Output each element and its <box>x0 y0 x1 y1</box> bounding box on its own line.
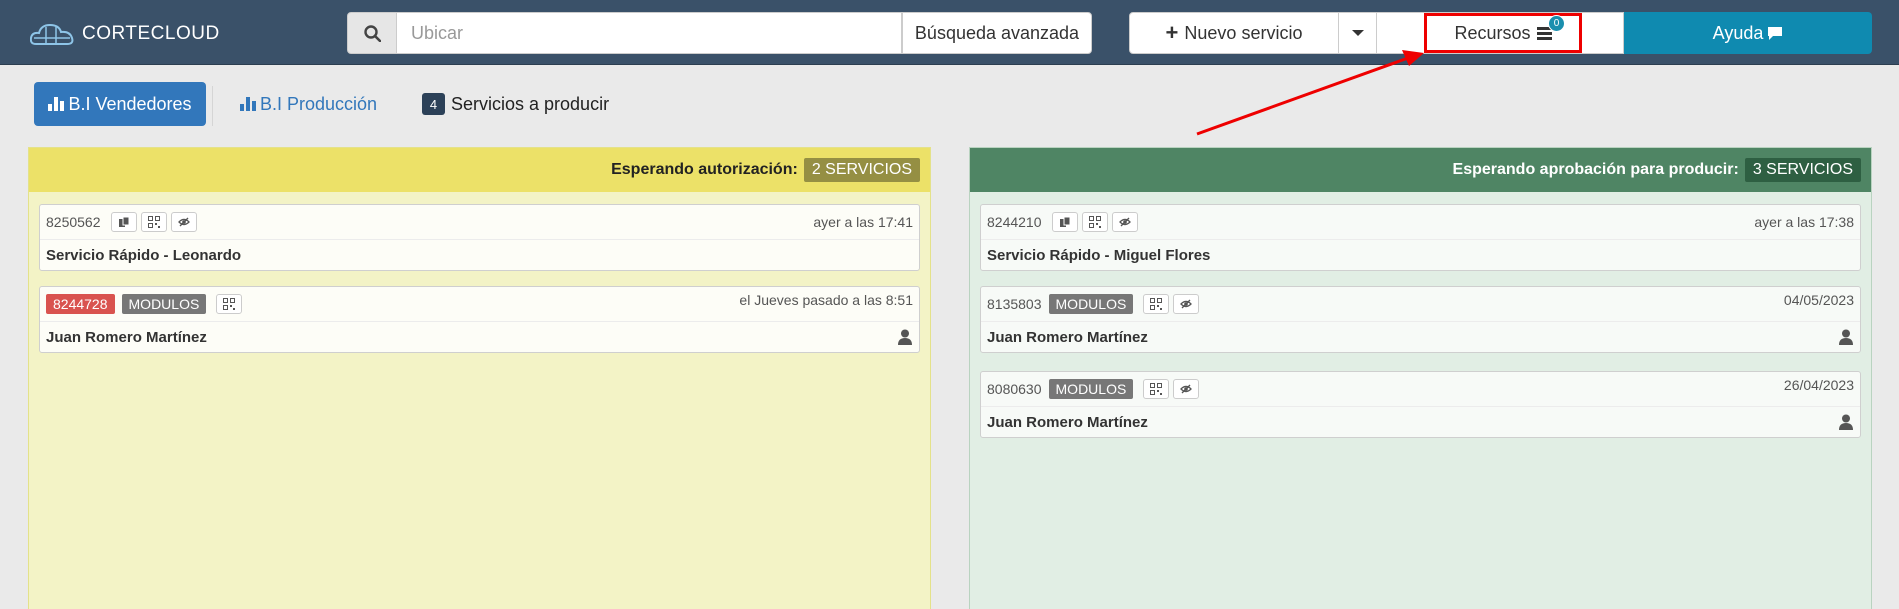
tab-bi-sellers[interactable]: B.I Vendedores <box>34 82 206 126</box>
plus-icon: + <box>1165 20 1179 45</box>
app-logo[interactable]: CORTECLOUD <box>30 20 220 48</box>
qr-code-button[interactable] <box>216 294 243 314</box>
copy-button[interactable] <box>1051 212 1078 232</box>
new-service-dropdown-toggle[interactable] <box>1338 12 1377 54</box>
logo-text: CORTECLOUD <box>82 23 220 44</box>
hide-button[interactable] <box>1173 294 1200 314</box>
services-to-produce-count: 4 <box>422 93 445 115</box>
qr-code-icon <box>1150 298 1163 310</box>
service-card[interactable]: 8244728 MODULOS el Jueves pasado a las 8… <box>39 286 920 353</box>
hidden-eye-icon <box>177 217 190 227</box>
chevron-down-icon <box>1351 30 1364 36</box>
panel-awaiting-authorization: Esperando autorización: 2 SERVICIOS 8250… <box>28 147 931 609</box>
panel-title: Esperando aprobación para producir: <box>1452 161 1739 178</box>
qr-code-icon <box>147 216 160 228</box>
qr-code-button[interactable] <box>1081 212 1108 232</box>
service-date: 04/05/2023 <box>1783 292 1854 308</box>
service-id[interactable]: 8244210 <box>987 214 1042 230</box>
service-card[interactable]: 8080630 MODULOS 26/04/2023 Juan Romero M… <box>980 371 1861 438</box>
panel-header: Esperando autorización: 2 SERVICIOS <box>29 148 930 192</box>
panel-header: Esperando aprobación para producir: 3 SE… <box>970 148 1871 192</box>
search-icon <box>363 24 381 42</box>
service-client-name: Juan Romero Martínez <box>987 328 1148 346</box>
modules-tag: MODULOS <box>1048 294 1134 314</box>
service-client-name: Servicio Rápido - Leonardo <box>46 246 242 264</box>
modules-tag: MODULOS <box>1048 379 1134 399</box>
service-client-name: Servicio Rápido - Miguel Flores <box>987 246 1211 264</box>
service-date: 26/04/2023 <box>1783 377 1854 393</box>
chat-bubble-icon <box>1768 26 1783 40</box>
user-icon <box>1839 414 1853 430</box>
user-icon <box>1839 329 1853 345</box>
service-id[interactable]: 8244728 <box>46 294 115 314</box>
help-button[interactable]: Ayuda <box>1624 12 1872 54</box>
tab-divider <box>212 86 213 126</box>
qr-code-button[interactable] <box>1143 379 1170 399</box>
resources-label: Recursos <box>1454 22 1531 43</box>
qr-code-icon <box>1150 383 1163 395</box>
panel-title: Esperando autorización: <box>611 161 798 178</box>
hide-button[interactable] <box>170 212 197 232</box>
qr-code-button[interactable] <box>1143 294 1170 314</box>
help-label: Ayuda <box>1712 22 1764 43</box>
hide-button[interactable] <box>1173 379 1200 399</box>
new-service-label: Nuevo servicio <box>1184 22 1303 43</box>
tab-services-to-produce[interactable]: 4 Servicios a producir <box>422 82 609 126</box>
hide-button[interactable] <box>1111 212 1138 232</box>
qr-code-icon <box>223 298 236 310</box>
service-client-name: Juan Romero Martínez <box>987 413 1148 431</box>
services-count-label: 3 SERVICIOS <box>1744 158 1861 182</box>
qr-code-icon <box>1088 216 1101 228</box>
tab-bi-sellers-label: B.I Vendedores <box>68 93 192 114</box>
service-card[interactable]: 8250562 ayer a las 17:41 Servicio Rápido… <box>39 204 920 271</box>
services-count-label: 2 SERVICIOS <box>803 158 920 182</box>
search-group: Búsqueda avanzada <box>347 12 1092 54</box>
hidden-eye-icon <box>1180 299 1193 309</box>
service-id[interactable]: 8080630 <box>987 381 1042 397</box>
search-input[interactable] <box>397 12 902 54</box>
cloud-logo-icon <box>30 23 74 45</box>
advanced-search-button[interactable]: Búsqueda avanzada <box>902 12 1092 54</box>
tab-bi-production[interactable]: B.I Producción <box>240 82 377 126</box>
bar-chart-icon <box>240 97 256 111</box>
service-id[interactable]: 8250562 <box>46 214 101 230</box>
qr-code-button[interactable] <box>140 212 167 232</box>
service-client-name: Juan Romero Martínez <box>46 328 207 346</box>
service-id[interactable]: 8135803 <box>987 296 1042 312</box>
new-service-button[interactable]: + Nuevo servicio <box>1129 12 1339 54</box>
hidden-eye-icon <box>1180 384 1193 394</box>
bar-chart-icon <box>48 97 65 111</box>
tab-bi-production-label: B.I Producción <box>260 93 378 114</box>
copy-button[interactable] <box>110 212 137 232</box>
copy-icon <box>1059 216 1071 227</box>
hidden-eye-icon <box>1118 217 1131 227</box>
user-icon <box>898 329 912 345</box>
service-card[interactable]: 8135803 MODULOS 04/05/2023 Juan Romero M… <box>980 286 1861 353</box>
copy-icon <box>118 216 130 227</box>
service-card[interactable]: 8244210 ayer a las 17:38 Servicio Rápido… <box>980 204 1861 271</box>
panel-awaiting-production-approval: Esperando aprobación para producir: 3 SE… <box>969 147 1872 609</box>
service-date: ayer a las 17:38 <box>1754 214 1854 230</box>
modules-tag: MODULOS <box>121 294 207 314</box>
service-date: ayer a las 17:41 <box>813 214 913 230</box>
service-date: el Jueves pasado a las 8:51 <box>739 292 913 308</box>
search-button[interactable] <box>347 12 397 54</box>
services-to-produce-label: Servicios a producir <box>451 93 610 114</box>
resources-count-badge: 0 <box>1548 15 1565 32</box>
